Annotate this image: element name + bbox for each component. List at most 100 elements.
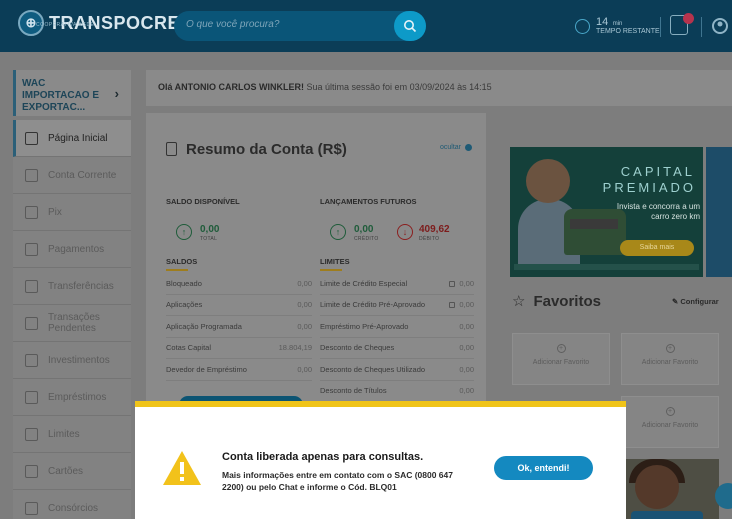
divider: [701, 17, 702, 37]
add-favorite-tile[interactable]: + Adicionar Favorito: [512, 333, 610, 385]
sidebar-item-label: Transações Pendentes: [48, 312, 100, 334]
row-value: 0,00: [459, 343, 474, 353]
configure-favorites-link[interactable]: ✎ Configurar: [672, 297, 719, 306]
balances-label: SALDOS: [166, 257, 198, 266]
row-label: Cotas Capital: [166, 343, 212, 353]
row-label: Aplicações: [166, 300, 203, 310]
gauge-icon: [25, 427, 38, 441]
chevron-right-icon: ›: [114, 86, 119, 101]
list-item: Devedor de Empréstimo 0,00: [166, 359, 312, 381]
top-bar: ⊕ TRANSPOCRED COOPERATIVA AGDE 14 min TE…: [0, 0, 732, 52]
list-item: Desconto de Cheques 0,00: [320, 338, 474, 359]
balances-list: Bloqueado 0,00 Aplicações 0,00 Aplicação P…: [166, 273, 312, 381]
star-icon: ☆: [512, 293, 526, 310]
promo-banner[interactable]: CAPITAL PREMIADO Invista e concorra a um…: [510, 147, 703, 277]
sidebar-item-checking-account[interactable]: Conta Corrente: [13, 157, 131, 194]
welcome-name: Olá ANTONIO CARLOS WINKLER!: [158, 82, 304, 92]
search-icon: [404, 20, 417, 33]
sidebar-item-label: Pagamentos: [48, 243, 105, 255]
user-icon[interactable]: [712, 17, 728, 35]
row-label: Desconto de Títulos: [320, 386, 387, 396]
banner-title: PREMIADO: [602, 180, 696, 195]
sidebar-item-pending-transactions[interactable]: Transações Pendentes: [13, 305, 131, 342]
limits-label: LIMITES: [320, 257, 350, 266]
list-item: Cotas Capital 18.804,19: [166, 338, 312, 359]
row-value: 0,00: [459, 364, 474, 374]
arrow-up-icon: ↑: [176, 224, 192, 240]
sidebar-item-investments[interactable]: Investimentos: [13, 342, 131, 379]
sidebar-item-label: Cartões: [48, 465, 84, 477]
row-value: 0,00: [297, 364, 312, 374]
promo-photo-card[interactable]: [621, 459, 719, 519]
company-name: WAC IMPORTACAO E EXPORTAC...: [22, 78, 100, 113]
home-icon: [25, 131, 38, 145]
limits-underline: [320, 269, 342, 271]
ok-button[interactable]: Ok, entendi!: [494, 456, 593, 480]
list-item: Limite de Crédito Pré-Aprovado 0,00: [320, 295, 474, 316]
alert-modal: Conta liberada apenas para consultas. Ma…: [135, 401, 626, 519]
row-label: Desconto de Cheques: [320, 343, 395, 353]
list-item: Bloqueado 0,00: [166, 273, 312, 295]
lock-icon: [449, 280, 456, 287]
document-icon: [166, 142, 177, 156]
sidebar-item-label: Limites: [48, 428, 80, 440]
sidebar-item-label: Página Inicial: [48, 132, 108, 144]
sidebar-item-loans[interactable]: Empréstimos: [13, 379, 131, 416]
banner-button[interactable]: Saiba mais: [620, 240, 694, 256]
page-title: Resumo da Conta (R$): [186, 141, 347, 158]
list-item: Desconto de Cheques Utilizado 0,00: [320, 359, 474, 381]
search-input[interactable]: [186, 19, 386, 30]
modal-title: Conta liberada apenas para consultas.: [222, 451, 424, 463]
lock-icon: [449, 302, 456, 309]
logo-subtitle: COOPERATIVA AGDE: [36, 22, 95, 28]
arrow-down-icon: ↓: [397, 224, 413, 240]
account-summary-card: Resumo da Conta (R$) ocultar SALDO DISPO…: [146, 113, 486, 413]
row-value: 0,00: [459, 321, 474, 331]
sidebar-item-label: Investimentos: [48, 354, 110, 366]
hide-values-toggle[interactable]: ocultar: [440, 144, 472, 151]
sidebar-item-payments[interactable]: Pagamentos: [13, 231, 131, 268]
favorites-header: ☆ Favoritos: [512, 292, 601, 311]
timer-unit: min: [612, 21, 623, 27]
balances-underline: [166, 269, 188, 271]
row-value: 0,00: [297, 278, 312, 288]
people-icon: [25, 501, 38, 515]
row-label: Limite de Crédito Pré-Aprovado: [320, 300, 426, 310]
banner-person: [526, 159, 570, 203]
notification-badge: [683, 13, 694, 24]
sidebar-item-limits[interactable]: Limites: [13, 416, 131, 453]
card-icon: [25, 464, 38, 478]
transfer-icon: [25, 279, 38, 293]
add-favorite-tile[interactable]: + Adicionar Favorito: [621, 333, 719, 385]
banner-next[interactable]: [706, 147, 732, 277]
sidebar-item-consortiums[interactable]: Consórcios: [13, 490, 131, 519]
banner-fine-print: [514, 264, 699, 270]
favorites-title: Favoritos: [533, 292, 601, 310]
available-balance-sub: TOTAL: [200, 236, 218, 242]
warning-icon: [25, 316, 38, 330]
future-entries-label: LANÇAMENTOS FUTUROS: [320, 197, 417, 206]
row-value: 0,00: [459, 300, 474, 310]
clock-icon: [575, 19, 590, 34]
row-value: 0,00: [297, 300, 312, 310]
sidebar-item-label: Empréstimos: [48, 391, 107, 403]
row-value: 18.804,19: [278, 343, 312, 353]
company-selector[interactable]: WAC IMPORTACAO E EXPORTAC... ›: [13, 70, 131, 116]
session-timer: 14 min TEMPO RESTANTE: [575, 17, 660, 36]
row-label: Aplicação Programada: [166, 321, 242, 331]
sidebar-item-pix[interactable]: Pix: [13, 194, 131, 231]
welcome-bar: Olá ANTONIO CARLOS WINKLER! Sua última s…: [146, 70, 732, 106]
plus-icon: +: [665, 344, 675, 353]
add-favorite-tile[interactable]: + Adicionar Favorito: [621, 396, 719, 448]
sidebar-item-cards[interactable]: Cartões: [13, 453, 131, 490]
list-item: Desconto de Títulos 0,00: [320, 381, 474, 402]
row-label: Desconto de Cheques Utilizado: [320, 364, 426, 374]
sidebar-item-label: Transferências: [48, 280, 114, 292]
wallet-icon: [25, 168, 38, 182]
divider: [660, 17, 661, 37]
chart-icon: [25, 353, 38, 367]
search-button[interactable]: [394, 11, 426, 41]
sidebar-item-home[interactable]: Página Inicial: [13, 120, 131, 157]
row-label: Devedor de Empréstimo: [166, 364, 247, 374]
sidebar-item-transfers[interactable]: Transferências: [13, 268, 131, 305]
